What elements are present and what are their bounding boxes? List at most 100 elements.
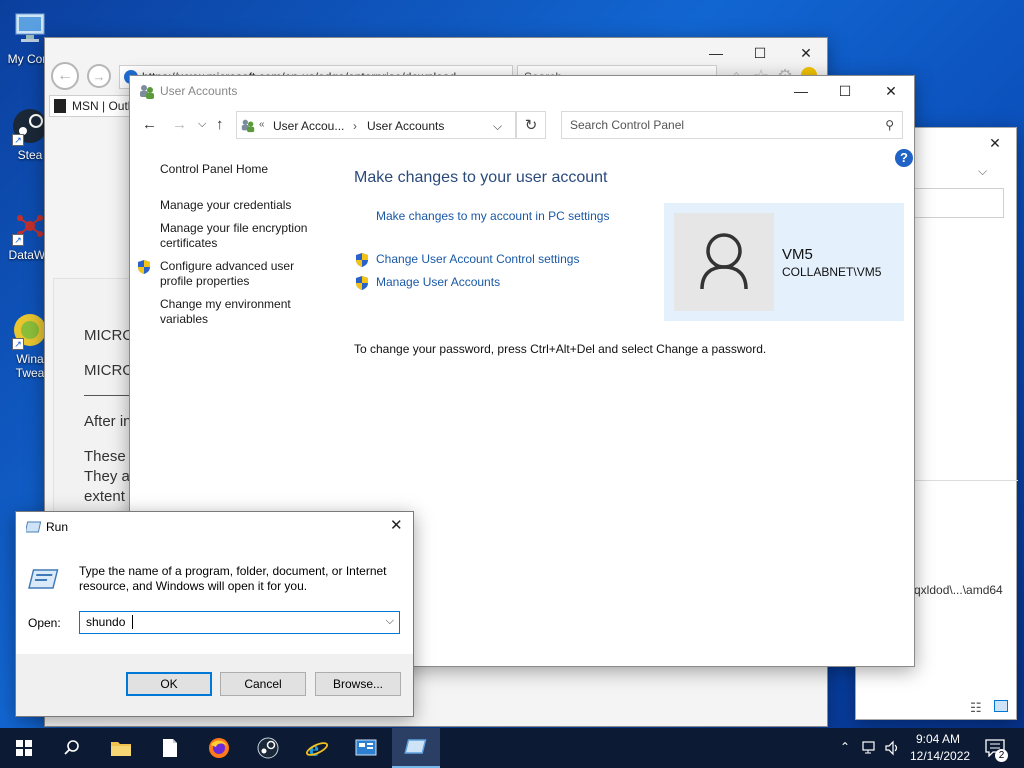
page-text: After in (84, 413, 132, 430)
up-arrow-icon[interactable]: ↑ (216, 116, 224, 133)
shortcut-arrow-icon: ↗ (12, 134, 24, 146)
page-text: These l (84, 448, 134, 465)
user-silhouette-icon (700, 233, 748, 290)
recent-locations-chevron-icon[interactable]: ⌵ (198, 118, 206, 131)
breadcrumb-separator-icon[interactable]: › (353, 119, 357, 133)
uac-shield-icon (354, 252, 370, 268)
dialog-footer: OK Cancel Browse... (16, 654, 413, 716)
user-card: VM5 COLLABNET\VM5 (664, 203, 904, 321)
breadcrumb[interactable]: « User Accou... › User Accounts ⌵ (236, 111, 516, 139)
start-button[interactable] (0, 728, 48, 768)
tab-label: MSN | Outl (72, 99, 131, 113)
browser-tab-msn[interactable]: MSN | Outl (49, 95, 135, 117)
clock-date[interactable]: 12/14/2022 (910, 749, 970, 763)
window-title: User Accounts (160, 84, 238, 98)
clock-time[interactable]: 9:04 AM (916, 732, 960, 746)
page-title: Make changes to your user account (354, 169, 608, 186)
firefox-icon (209, 738, 229, 758)
cancel-button[interactable]: Cancel (220, 672, 306, 696)
run-program-icon (28, 568, 62, 595)
chevron-down-icon[interactable]: ⌵ (978, 164, 987, 179)
divider (84, 395, 134, 396)
pc-settings-link[interactable]: Make changes to my account in PC setting… (376, 209, 609, 223)
control-panel-icon (355, 739, 377, 756)
back-arrow-icon[interactable]: ← (142, 116, 157, 133)
help-icon[interactable]: ? (895, 149, 913, 167)
refresh-icon: ↻ (524, 117, 538, 134)
shortcut-arrow-icon: ↗ (12, 234, 24, 246)
sidebar-file-encryption[interactable]: Manage your file encryption certificates (160, 221, 320, 251)
maximize-button[interactable]: ☐ (822, 76, 868, 106)
internet-explorer-icon: e (305, 737, 329, 759)
taskbar-internet-explorer[interactable]: e (293, 728, 341, 768)
network-icon[interactable] (862, 740, 878, 759)
search-icon[interactable]: ⚲ (885, 112, 894, 138)
uac-settings-link[interactable]: Change User Account Control settings (376, 252, 579, 266)
overflow-chevron-icon[interactable]: « (259, 119, 265, 130)
sidebar-environment-variables[interactable]: Change my environment variables (160, 297, 300, 327)
action-center-button[interactable]: 2 (978, 728, 1024, 768)
run-dialog[interactable]: Run ✕ Type the name of a program, folder… (15, 511, 414, 717)
run-icon (404, 739, 427, 754)
dialog-title: Run (46, 520, 69, 534)
msn-favicon-icon (54, 99, 66, 113)
address-dropdown-chevron-icon[interactable]: ⌵ (493, 119, 502, 134)
taskbar-run[interactable] (392, 728, 440, 768)
document-icon (163, 739, 177, 757)
taskbar-firefox[interactable] (195, 728, 243, 768)
forward-arrow-icon[interactable]: → (172, 116, 187, 133)
sidebar-control-panel-home[interactable]: Control Panel Home (160, 162, 268, 177)
ok-button[interactable]: OK (126, 672, 212, 696)
forward-button[interactable]: → (87, 64, 111, 88)
minimize-button[interactable]: — (778, 76, 824, 106)
navigation-bar: ← → ⌵ ↑ « User Accou... › User Accounts … (130, 110, 914, 140)
close-button[interactable]: ✕ (972, 128, 1018, 158)
user-domain: COLLABNET\VM5 (782, 265, 882, 279)
avatar (674, 213, 774, 311)
search-control-panel-input[interactable]: Search Control Panel ⚲ (561, 111, 903, 139)
refresh-button[interactable]: ↻ (516, 111, 546, 139)
taskbar-file-explorer[interactable] (97, 728, 145, 768)
user-accounts-icon (138, 82, 156, 103)
taskbar-notepad[interactable] (146, 728, 194, 768)
folder-icon (111, 742, 131, 756)
manage-user-accounts-link[interactable]: Manage User Accounts (376, 275, 500, 289)
page-text: extent (84, 488, 125, 505)
browse-button[interactable]: Browse... (315, 672, 401, 696)
taskbar-control-panel[interactable] (342, 728, 390, 768)
sidebar-advanced-profile[interactable]: Configure advanced user profile properti… (160, 259, 300, 289)
page-text: MICRO (84, 362, 134, 379)
user-accounts-icon (240, 117, 256, 136)
path-text: qxldod\...\amd64 (914, 583, 1003, 597)
sidebar-manage-credentials[interactable]: Manage your credentials (160, 198, 310, 213)
breadcrumb-parent[interactable]: User Accou... (273, 119, 344, 133)
taskbar-steam[interactable] (244, 728, 292, 768)
back-button[interactable]: ← (51, 62, 79, 90)
details-view-icon[interactable]: ☷ (970, 700, 982, 716)
arrow-right-icon: → (92, 68, 106, 84)
search-button[interactable] (48, 728, 96, 768)
steam-icon (257, 737, 279, 759)
arrow-left-icon: ← (57, 67, 73, 84)
windows-logo-icon (16, 740, 32, 756)
search-icon (64, 740, 79, 755)
title-bar: User Accounts — ☐ ✕ (130, 76, 914, 106)
text-cursor (132, 615, 133, 629)
run-icon (24, 520, 42, 537)
open-combobox[interactable]: shundo ⌵ (79, 611, 400, 634)
close-button[interactable]: ✕ (868, 76, 914, 106)
large-icons-view-icon[interactable] (994, 700, 1008, 712)
open-input-value[interactable]: shundo (86, 615, 125, 629)
run-description: Type the name of a program, folder, docu… (79, 564, 387, 593)
volume-icon[interactable] (884, 740, 900, 759)
notification-badge: 2 (995, 749, 1008, 762)
breadcrumb-current[interactable]: User Accounts (367, 119, 444, 133)
shortcut-arrow-icon: ↗ (12, 338, 24, 350)
uac-shield-icon (354, 275, 370, 291)
show-hidden-icons-chevron-icon[interactable]: ⌃ (840, 740, 850, 754)
close-button[interactable]: ✕ (390, 516, 403, 534)
chevron-down-icon[interactable]: ⌵ (386, 615, 394, 628)
password-note: To change your password, press Ctrl+Alt+… (354, 342, 767, 356)
uac-shield-icon (136, 259, 152, 275)
open-label: Open: (28, 616, 61, 630)
